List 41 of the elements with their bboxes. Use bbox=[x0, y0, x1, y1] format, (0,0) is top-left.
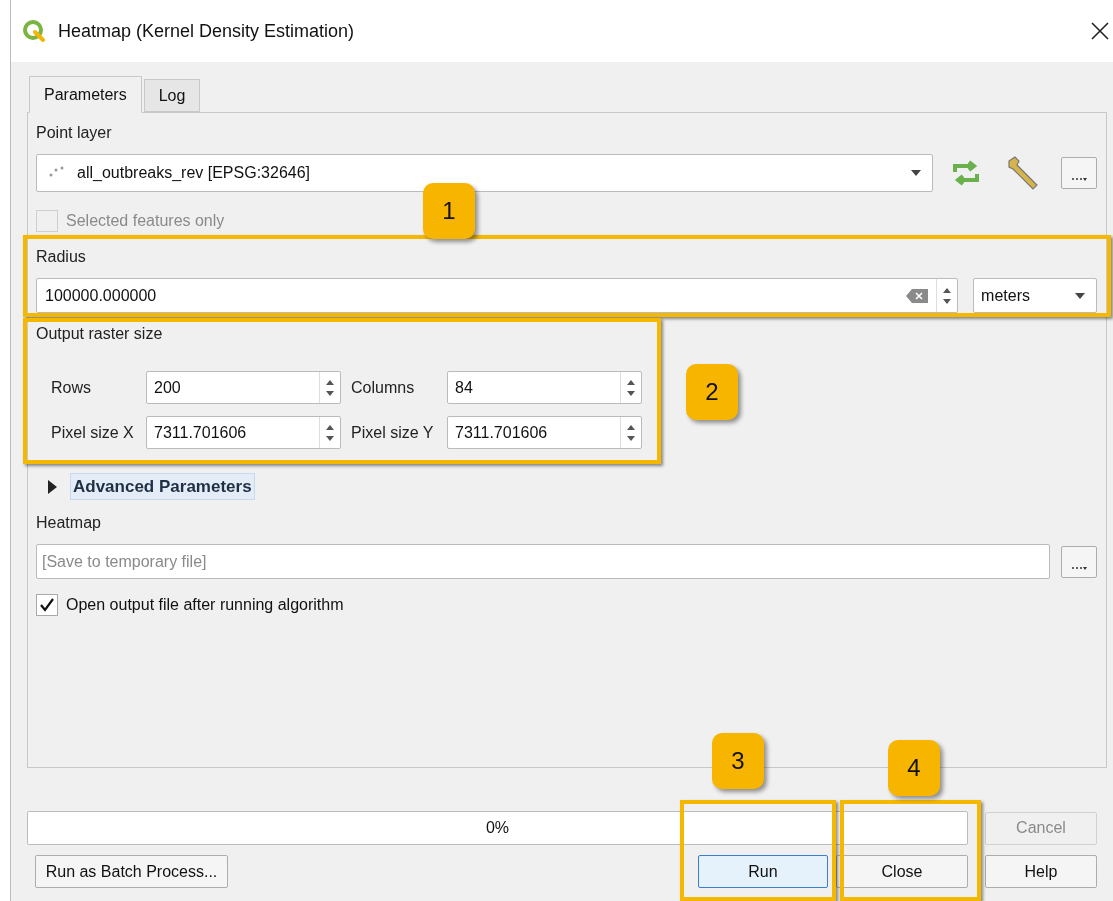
checkbox[interactable] bbox=[36, 594, 58, 616]
number-field[interactable]: 84 bbox=[447, 371, 642, 404]
section-toggle[interactable]: Advanced Parameters bbox=[70, 472, 255, 501]
callout-badge: 1 bbox=[423, 183, 475, 239]
field-label: Heatmap bbox=[36, 513, 102, 533]
radius-field[interactable]: 100000.000000 bbox=[36, 278, 959, 313]
field-label: Pixel size X bbox=[51, 422, 135, 443]
checkbox-label: Open output file after running algorithm bbox=[66, 595, 344, 615]
ellipsis-icon bbox=[1070, 564, 1088, 571]
field-label: Pixel size Y bbox=[351, 422, 435, 443]
clear-icon[interactable] bbox=[906, 288, 929, 303]
number-field[interactable]: 7311.701606 bbox=[447, 416, 642, 449]
caret-icon bbox=[1074, 291, 1086, 300]
number-field[interactable]: 200 bbox=[146, 371, 341, 404]
check-icon bbox=[39, 597, 55, 613]
number-field[interactable]: 7311.701606 bbox=[146, 416, 341, 449]
field-label: Point layer bbox=[36, 123, 113, 143]
field-label: Rows bbox=[51, 377, 92, 398]
window-title: Heatmap (Kernel Density Estimation) bbox=[58, 19, 355, 43]
unit-combo-box[interactable]: meters bbox=[973, 278, 1097, 313]
callout-badge: 2 bbox=[686, 364, 738, 420]
layer-combo-box[interactable]: all_outbreaks_rev [EPSG:32646] bbox=[36, 154, 934, 192]
close-icon[interactable] bbox=[1091, 22, 1109, 40]
field-label: Radius bbox=[36, 247, 87, 267]
callout-badge: 4 bbox=[888, 740, 940, 796]
field-label: Columns bbox=[351, 377, 416, 398]
tab[interactable]: Parameters bbox=[29, 76, 142, 113]
dialog-button[interactable]: Close bbox=[836, 855, 968, 888]
app-logo-icon bbox=[22, 19, 46, 43]
ellipsis-icon bbox=[1070, 176, 1088, 182]
dialog-button[interactable]: Help bbox=[985, 855, 1097, 888]
tab[interactable]: Log bbox=[143, 79, 201, 112]
checkbox-label: Selected features only bbox=[66, 211, 225, 231]
caret-icon bbox=[910, 169, 923, 177]
dialog-button[interactable]: Run as Batch Process... bbox=[35, 855, 228, 888]
dialog-button[interactable]: Run bbox=[698, 855, 828, 888]
output-file-field[interactable]: [Save to temporary file] bbox=[36, 544, 1051, 579]
progress-text: 0% bbox=[485, 818, 510, 838]
callout-badge: 3 bbox=[712, 733, 764, 789]
expand-arrow-icon[interactable] bbox=[46, 478, 58, 495]
section-label: Output raster size bbox=[36, 324, 164, 344]
